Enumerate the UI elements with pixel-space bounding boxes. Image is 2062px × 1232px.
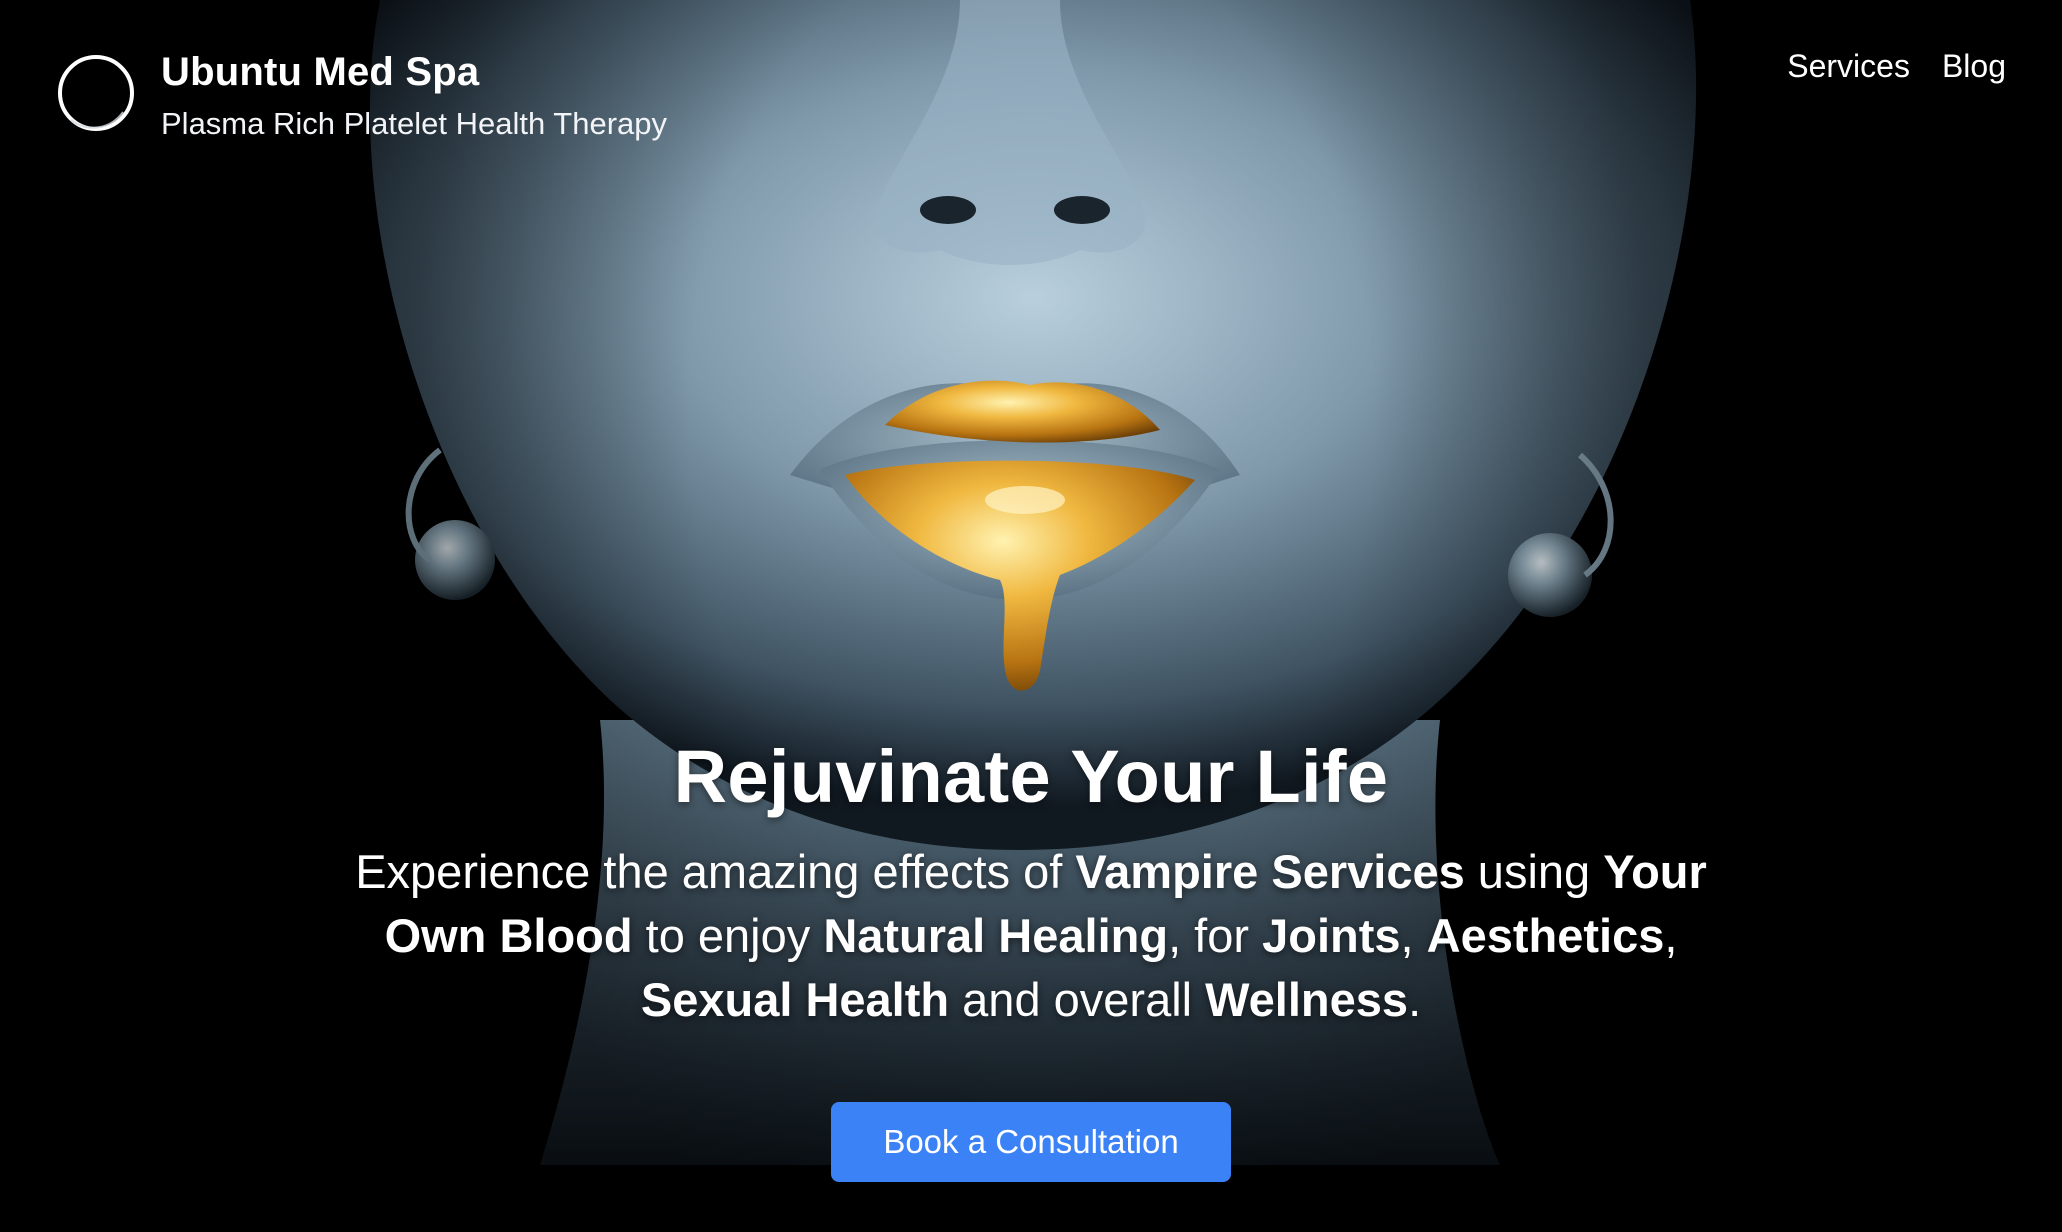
hero-title: Rejuvinate Your Life [673, 735, 1389, 818]
main-nav: Services Blog [1787, 46, 2006, 86]
site-header: Ubuntu Med Spa Plasma Rich Platelet Heal… [0, 0, 2062, 160]
book-consultation-button[interactable]: Book a Consultation [831, 1102, 1231, 1182]
hero-desc-highlight: Vampire Services [1075, 845, 1465, 898]
hero-desc-text: to enjoy [632, 909, 824, 962]
brand[interactable]: Ubuntu Med Spa Plasma Rich Platelet Heal… [57, 48, 667, 144]
circle-logo-icon[interactable] [57, 54, 135, 132]
landing-page: Ubuntu Med Spa Plasma Rich Platelet Heal… [0, 0, 2062, 1232]
hero-desc-highlight: Sexual Health [640, 973, 950, 1026]
hero-desc-highlight: Natural Healing [823, 909, 1169, 962]
hero-desc-text: , [1400, 909, 1427, 962]
hero-desc-text: , [1664, 909, 1678, 962]
hero-desc-text: . [1408, 973, 1422, 1026]
nav-link-services[interactable]: Services [1787, 46, 1910, 86]
hero-desc-text: , for [1168, 909, 1263, 962]
site-title[interactable]: Ubuntu Med Spa [161, 48, 667, 96]
brand-text: Ubuntu Med Spa Plasma Rich Platelet Heal… [161, 48, 667, 144]
hero-desc-highlight: Wellness [1205, 973, 1409, 1026]
hero-description: Experience the amazing effects of Vampir… [331, 840, 1731, 1032]
nav-link-blog[interactable]: Blog [1942, 46, 2006, 86]
hero-desc-highlight: Joints [1262, 909, 1401, 962]
hero-desc-text: and overall [949, 973, 1206, 1026]
hero-desc-text: Experience the amazing effects of [355, 845, 1076, 898]
hero-desc-highlight: Aesthetics [1426, 909, 1665, 962]
site-tagline: Plasma Rich Platelet Health Therapy [161, 106, 668, 141]
hero-desc-text: using [1464, 845, 1604, 898]
hero-section: Rejuvinate Your Life Experience the amaz… [0, 732, 2062, 1182]
